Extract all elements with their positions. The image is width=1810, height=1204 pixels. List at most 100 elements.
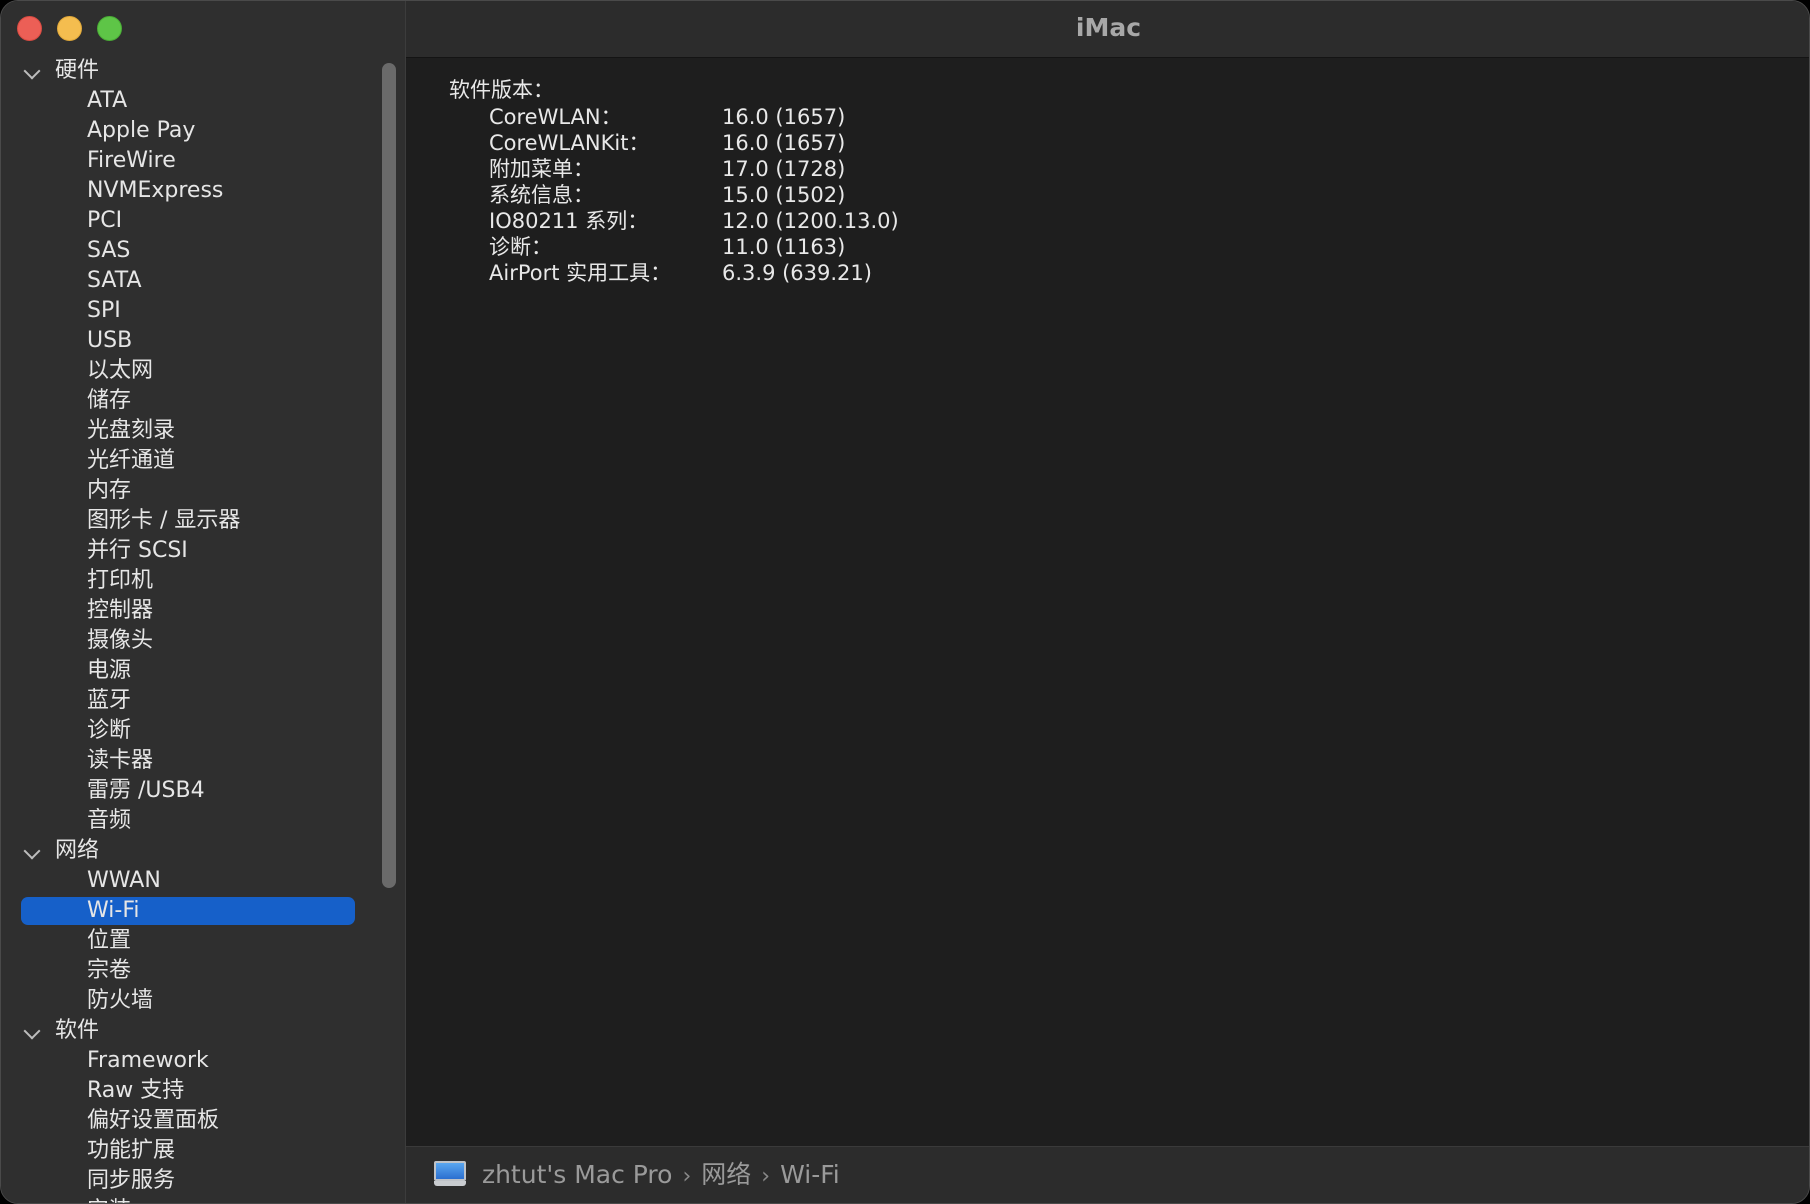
version-value: 15.0 (1502)	[722, 183, 846, 207]
sidebar-item[interactable]: 功能扩展	[1, 1136, 381, 1166]
sidebar-item-label: 打印机	[87, 568, 154, 593]
window-title: iMac	[1075, 13, 1142, 42]
sidebar-item-label: 雷雳 /USB4	[87, 778, 205, 803]
sidebar-item-label: 内存	[87, 478, 132, 503]
breadcrumb: zhtut's Mac Pro › 网络 › Wi-Fi	[434, 1147, 840, 1203]
sidebar-item-label: 防火墙	[87, 988, 154, 1013]
sidebar-item-label: SPI	[87, 298, 121, 323]
sidebar-item-label: 光盘刻录	[87, 418, 176, 443]
sidebar-item-label: 同步服务	[87, 1168, 176, 1193]
sidebar-item[interactable]: 音频	[1, 806, 381, 836]
system-information-window: 硬件 ATA Apple Pay FireWire NVMExpress PCI SAS SA…	[0, 0, 1810, 1204]
sidebar-item-label: Apple Pay	[87, 118, 196, 143]
close-window-button[interactable]	[17, 16, 42, 41]
sidebar-item[interactable]: WWAN	[1, 866, 381, 896]
sidebar-item-label: PCI	[87, 208, 123, 233]
sidebar-item[interactable]: 同步服务	[1, 1166, 381, 1196]
version-key: AirPort 实用工具：	[489, 261, 672, 285]
sidebar-item[interactable]: 偏好设置面板	[1, 1106, 381, 1136]
sidebar-group[interactable]: 网络	[1, 836, 381, 866]
sidebar-item[interactable]: 诊断	[1, 716, 381, 746]
category-tree: 硬件 ATA Apple Pay FireWire NVMExpress PCI SAS SA…	[1, 56, 381, 1203]
computer-icon	[434, 1161, 466, 1187]
sidebar-item-label: NVMExpress	[87, 178, 224, 203]
sidebar-item-label: Wi-Fi	[87, 898, 140, 923]
sidebar-item-label: 音频	[87, 808, 132, 833]
sidebar-item[interactable]: 蓝牙	[1, 686, 381, 716]
sidebar-item[interactable]: 电源	[1, 656, 381, 686]
sidebar-item-label: 以太网	[87, 358, 154, 383]
sidebar-item[interactable]: SAS	[1, 236, 381, 266]
sidebar-item-label: 读卡器	[87, 748, 154, 773]
sidebar-item[interactable]: 摄像头	[1, 626, 381, 656]
sidebar-item-label: 并行 SCSI	[87, 538, 188, 563]
sidebar-item[interactable]: Framework	[1, 1046, 381, 1076]
sidebar-item[interactable]: 安装	[1, 1196, 381, 1203]
version-key: CoreWLANKit：	[489, 131, 650, 155]
sidebar-item[interactable]: 光盘刻录	[1, 416, 381, 446]
sidebar-item[interactable]: Raw 支持	[1, 1076, 381, 1106]
sidebar-item-label: 电源	[87, 658, 132, 683]
sidebar-item[interactable]: Wi-Fi	[1, 896, 381, 926]
sidebar-item[interactable]: 并行 SCSI	[1, 536, 381, 566]
breadcrumb-segment[interactable]: zhtut's Mac Pro	[482, 1160, 673, 1189]
sidebar-item[interactable]: USB	[1, 326, 381, 356]
minimize-window-button[interactable]	[57, 16, 82, 41]
sidebar-item[interactable]: 以太网	[1, 356, 381, 386]
sidebar-item-label: 诊断	[87, 718, 132, 743]
version-key: CoreWLAN：	[489, 105, 622, 129]
sidebar-item[interactable]: 防火墙	[1, 986, 381, 1016]
sidebar-item-label: 控制器	[87, 598, 154, 623]
chevron-down-icon[interactable]	[23, 842, 41, 860]
sidebar-group[interactable]: 软件	[1, 1016, 381, 1046]
path-bar: zhtut's Mac Pro › 网络 › Wi-Fi	[406, 1146, 1809, 1203]
sidebar-item[interactable]: 光纤通道	[1, 446, 381, 476]
sidebar-item[interactable]: 内存	[1, 476, 381, 506]
sidebar-item[interactable]: 位置	[1, 926, 381, 956]
sidebar-item-label: 储存	[87, 388, 132, 413]
chevron-right-icon: ›	[761, 1164, 771, 1189]
sidebar-item[interactable]: FireWire	[1, 146, 381, 176]
sidebar-item[interactable]: Apple Pay	[1, 116, 381, 146]
zoom-window-button[interactable]	[97, 16, 122, 41]
sidebar-item-label: 宗卷	[87, 958, 132, 983]
sidebar-item-label: USB	[87, 328, 133, 353]
sidebar-item[interactable]: NVMExpress	[1, 176, 381, 206]
sidebar: 硬件 ATA Apple Pay FireWire NVMExpress PCI SAS SA…	[1, 1, 406, 1203]
sidebar-group-label: 硬件	[55, 58, 100, 83]
sidebar-item[interactable]: PCI	[1, 206, 381, 236]
sidebar-item[interactable]: SATA	[1, 266, 381, 296]
section-title: 软件版本：	[449, 78, 554, 102]
sidebar-item[interactable]: 雷雳 /USB4	[1, 776, 381, 806]
sidebar-group[interactable]: 硬件	[1, 56, 381, 86]
sidebar-item-label: WWAN	[87, 868, 161, 893]
sidebar-item[interactable]: 读卡器	[1, 746, 381, 776]
version-value: 16.0 (1657)	[722, 131, 846, 155]
chevron-down-icon[interactable]	[23, 62, 41, 80]
sidebar-item-label: Framework	[87, 1048, 209, 1073]
sidebar-scrollbar[interactable]	[382, 63, 396, 888]
chevron-down-icon[interactable]	[23, 1022, 41, 1040]
version-value: 11.0 (1163)	[722, 235, 846, 259]
version-key: IO80211 系列：	[489, 209, 649, 233]
sidebar-item[interactable]: 储存	[1, 386, 381, 416]
version-key: 诊断：	[489, 235, 552, 259]
detail-pane: 软件版本： CoreWLAN： 16.0 (1657) CoreWLANKit： 16…	[406, 58, 1809, 1146]
sidebar-item[interactable]: 控制器	[1, 596, 381, 626]
sidebar-group-label: 软件	[55, 1018, 100, 1043]
breadcrumb-segment[interactable]: Wi-Fi	[780, 1160, 840, 1189]
sidebar-item-label: FireWire	[87, 148, 176, 173]
sidebar-item-label: Raw 支持	[87, 1078, 185, 1103]
breadcrumb-segment[interactable]: 网络	[701, 1160, 751, 1189]
version-value: 12.0 (1200.13.0)	[722, 209, 899, 233]
sidebar-item[interactable]: 图形卡 / 显示器	[1, 506, 381, 536]
sidebar-item[interactable]: 宗卷	[1, 956, 381, 986]
sidebar-item-label: 摄像头	[87, 628, 154, 653]
sidebar-item[interactable]: SPI	[1, 296, 381, 326]
sidebar-item-label: SAS	[87, 238, 131, 263]
sidebar-item[interactable]: 打印机	[1, 566, 381, 596]
sidebar-item-label: 偏好设置面板	[87, 1108, 220, 1133]
sidebar-item[interactable]: ATA	[1, 86, 381, 116]
sidebar-item-label: ATA	[87, 88, 128, 113]
sidebar-item-label: SATA	[87, 268, 142, 293]
